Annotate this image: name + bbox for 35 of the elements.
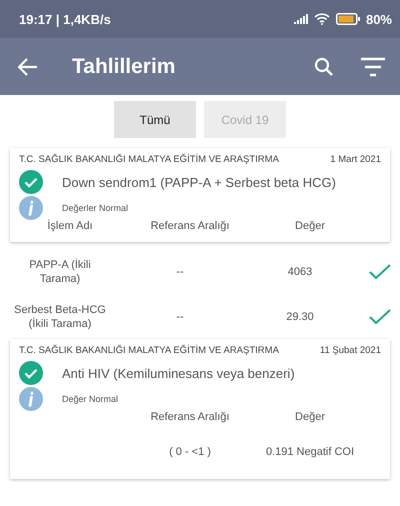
reference-range: -- [175, 310, 185, 325]
result-value: 4063 [286, 265, 314, 280]
test-title: Down sendrom1 (PAPP-A + Serbest beta HCG) [62, 174, 336, 190]
column-header: Değer [294, 411, 326, 426]
institution-name: T.C. SAĞLIK BAKANLIĞI MALATYA EĞİTİM VE ARAŞTIRMA [19, 345, 279, 356]
screen-title: Tahlillerim [72, 54, 176, 78]
result-date: 11 Şubat 2021 [320, 345, 381, 356]
test-name: Serbest Beta-HCG (İkili Tarama) [13, 302, 107, 332]
result-card[interactable]: T.C. SAĞLIK BAKANLIĞI MALATYA EĞİTİM VE ARAŞTIRMA 11 Şubat 2021 Anti HIV (Kemiluminesans veya benzeri) Değer Normal Referans Aralığı Değer ( 0 - <1 ) 0.191 Negatif COI [10, 339, 390, 480]
back-button[interactable] [18, 58, 38, 76]
battery-percent: 80% [366, 12, 392, 26]
status-text: Değer Normal [62, 394, 118, 404]
reference-range: -- [175, 265, 185, 280]
result-value: 0.191 Negatif COI [264, 445, 356, 460]
test-title: Anti HIV (Kemiluminesans veya benzeri) [62, 366, 295, 381]
status-time: 19:17 | 1,4KB/s [19, 12, 111, 26]
wifi-icon [314, 13, 330, 25]
column-header: İşlem Adı [46, 220, 94, 234]
result-card[interactable]: T.C. SAĞLIK BAKANLIĞI MALATYA EĞİTİM VE ARAŞTIRMA 1 Mart 2021 Down sendrom1 (PAPP-A + Serbest beta HCG) Değerler Normal İşlem Adı Referans Aralığı Değer [10, 148, 390, 242]
test-name: PAPP-A (İkili Tarama) [28, 258, 92, 288]
info-icon [19, 196, 43, 220]
column-header: Değer [294, 220, 326, 234]
institution-name: T.C. SAĞLIK BAKANLIĞI MALATYA EĞİTİM VE ARAŞTIRMA [19, 154, 279, 165]
result-date: 1 Mart 2021 [330, 154, 381, 165]
filter-tab[interactable]: Tümü [114, 101, 196, 138]
filter-button[interactable] [360, 56, 386, 76]
battery-icon [336, 13, 360, 25]
result-value: 29.30 [285, 310, 315, 325]
search-button[interactable] [314, 56, 334, 76]
info-icon [19, 387, 43, 412]
column-header: Referans Aralığı [150, 220, 230, 234]
reference-range: ( 0 - <1 ) [168, 445, 212, 460]
status-text: Değerler Normal [62, 203, 128, 213]
column-header: Referans Aralığı [150, 411, 230, 426]
signal-icon [294, 14, 308, 24]
